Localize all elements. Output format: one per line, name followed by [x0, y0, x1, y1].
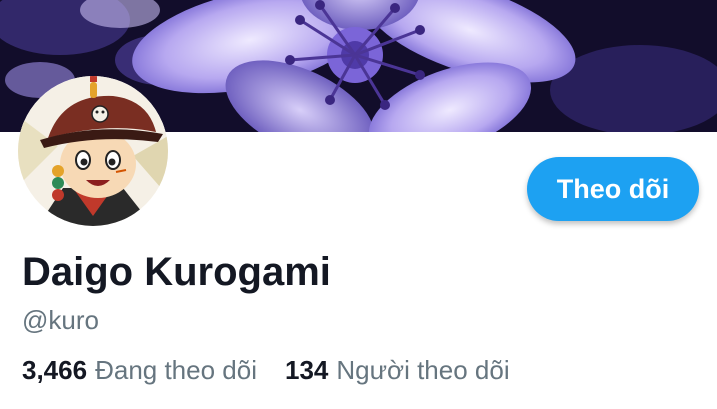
follow-button[interactable]: Theo dõi: [527, 157, 699, 221]
followers-count: 134: [284, 355, 329, 385]
followers-label: Người theo dõi: [336, 355, 510, 385]
following-count: 3,466: [22, 355, 88, 385]
profile-stats: 3,466 Đang theo dõi 134 Người theo dõi: [22, 354, 510, 386]
user-handle: @kuro: [22, 305, 99, 335]
avatar[interactable]: [18, 76, 168, 226]
display-name: Daigo Kurogami: [22, 250, 331, 294]
following-stat[interactable]: 3,466 Đang theo dõi: [22, 354, 257, 386]
following-label: Đang theo dõi: [95, 355, 257, 385]
cartoon-character-avatar-image: [18, 76, 168, 226]
followers-stat[interactable]: 134 Người theo dõi: [285, 354, 510, 386]
